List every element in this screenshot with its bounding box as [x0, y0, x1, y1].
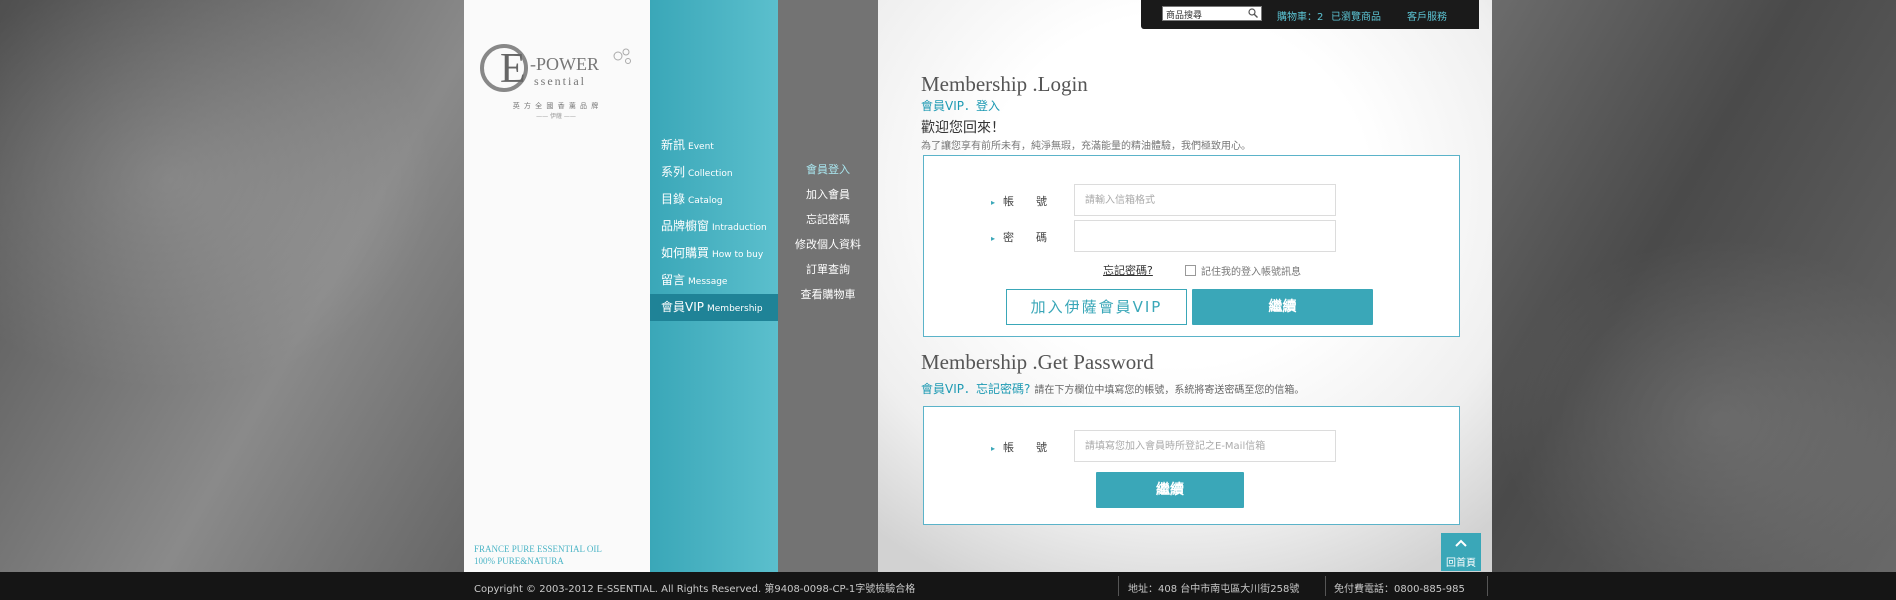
- login-form-box: ▸ 帳 號 ▸ 密 碼 忘記密碼? 記住我的登入帳號訊息 加入伊薩會員VIP 繼續: [923, 155, 1460, 337]
- brand-slogan-sub: —— 伊薩 ——: [536, 113, 576, 120]
- account-label: ▸ 帳 號: [991, 193, 1047, 209]
- nav-item-sublabel: Collection: [688, 169, 733, 179]
- password-input[interactable]: [1074, 220, 1336, 252]
- brand-tagline-line-2: 100% PURE&NATURA: [474, 556, 564, 566]
- nav-item-introduction[interactable]: 品牌櫥窗 Intraduction: [650, 213, 778, 240]
- nav-item-label: 新訊: [661, 138, 686, 152]
- bullet-arrow-icon: ▸: [991, 198, 996, 207]
- subnav-item-order-query[interactable]: 訂單查詢: [778, 257, 878, 282]
- footer-divider: [1118, 576, 1119, 596]
- bullet-arrow-icon: ▸: [991, 234, 996, 243]
- search-box: [1162, 6, 1262, 23]
- footer-phone: 免付費電話：0800-885-985: [1334, 584, 1465, 595]
- svg-text:E: E: [500, 46, 526, 92]
- nav-item-membership[interactable]: 會員VIP Membership: [650, 294, 778, 321]
- password-label: ▸ 密 碼: [991, 229, 1047, 245]
- search-icon[interactable]: [1248, 8, 1258, 18]
- svg-text:-POWER: -POWER: [530, 54, 599, 74]
- viewed-products-link[interactable]: 已瀏覽商品: [1331, 8, 1381, 23]
- subnav-item-join-member[interactable]: 加入會員: [778, 182, 878, 207]
- search-input[interactable]: [1163, 9, 1246, 23]
- brand-slogan: 英 方 全 國 香 薰 品 牌: [512, 102, 600, 110]
- remember-me: 記住我的登入帳號訊息: [1185, 263, 1301, 278]
- nav-item-sublabel: How to buy: [712, 250, 764, 260]
- svg-text:ssential: ssential: [534, 74, 586, 88]
- footer-divider: [1325, 576, 1326, 596]
- getpass-title: Membership .Get Password: [921, 350, 1154, 374]
- subnav-item-edit-profile[interactable]: 修改個人資料: [778, 232, 878, 257]
- cart-link[interactable]: 購物車：2: [1277, 8, 1323, 23]
- nav-item-message[interactable]: 留言 Message: [650, 267, 778, 294]
- getpass-subtitle: 會員VIP．忘記密碼? 請在下方欄位中填寫您的帳號，系統將寄送密碼至您的信箱。: [921, 380, 1304, 397]
- remember-me-label: 記住我的登入帳號訊息: [1201, 267, 1301, 278]
- brand-tagline-line-1: FRANCE PURE ESSENTIAL OIL: [474, 544, 602, 554]
- sub-nav: 會員登入 加入會員 忘記密碼 修改個人資料 訂單查詢 查看購物車: [778, 0, 878, 572]
- footer: Copyright © 2003-2012 E-SSENTIAL. All Ri…: [0, 572, 1896, 600]
- brand-tagline: FRANCE PURE ESSENTIAL OIL 100% PURE&NATU…: [474, 543, 602, 567]
- nav-item-label: 如何購買: [661, 246, 710, 260]
- top-bar: 購物車：2 已瀏覽商品 客戶服務: [1141, 0, 1479, 29]
- bullet-arrow-icon: ▸: [991, 444, 996, 453]
- remember-me-checkbox[interactable]: [1185, 265, 1196, 276]
- main-nav-list: 新訊 Event 系列 Collection 目錄 Catalog 品牌櫥窗 Intra…: [650, 132, 778, 321]
- getpass-form-box: ▸ 帳 號 繼續: [923, 406, 1460, 525]
- back-to-home-label: 回首頁: [1446, 558, 1476, 569]
- nav-item-label: 系列: [661, 165, 686, 179]
- getpass-continue-button[interactable]: 繼續: [1096, 472, 1244, 508]
- subnav-item-member-login[interactable]: 會員登入: [778, 157, 878, 182]
- login-subtitle: 會員VIP．登入: [921, 99, 1000, 113]
- footer-divider: [1487, 576, 1488, 596]
- login-title: Membership .Login: [921, 72, 1088, 96]
- logo-column: E -POWER ssential 英 方 全 國 香 薰 品 牌 —— 伊薩 …: [464, 0, 650, 572]
- nav-item-event[interactable]: 新訊 Event: [650, 132, 778, 159]
- nav-item-collection[interactable]: 系列 Collection: [650, 159, 778, 186]
- subnav-item-view-cart[interactable]: 查看購物車: [778, 282, 878, 307]
- getpass-email-input[interactable]: [1074, 430, 1336, 462]
- password-label-text: 密 碼: [1003, 231, 1048, 244]
- nav-item-how-to-buy[interactable]: 如何購買 How to buy: [650, 240, 778, 267]
- footer-copyright: Copyright © 2003-2012 E-SSENTIAL. All Ri…: [474, 584, 916, 595]
- getpass-subtitle-text: 會員VIP．忘記密碼?: [921, 382, 1031, 396]
- nav-item-label: 留言: [661, 273, 686, 287]
- getpass-account-label: ▸ 帳 號: [991, 439, 1047, 455]
- chevron-up-icon: [1441, 533, 1481, 551]
- forgot-password-link[interactable]: 忘記密碼?: [1103, 262, 1153, 278]
- login-continue-button[interactable]: 繼續: [1192, 289, 1373, 325]
- nav-item-label: 目錄: [661, 192, 686, 206]
- nav-item-label: 會員VIP: [661, 300, 704, 314]
- account-label-text: 帳 號: [1003, 195, 1048, 208]
- back-to-home-button[interactable]: 回首頁: [1441, 533, 1481, 571]
- footer-address: 地址：408 台中市南屯區大川街258號: [1128, 584, 1300, 595]
- nav-item-sublabel: Catalog: [688, 196, 723, 206]
- getpass-description: 請在下方欄位中填寫您的帳號，系統將寄送密碼至您的信箱。: [1034, 385, 1305, 396]
- account-input[interactable]: [1074, 184, 1336, 216]
- nav-item-sublabel: Event: [688, 142, 714, 152]
- nav-item-sublabel: Membership: [707, 304, 763, 314]
- sub-nav-list: 會員登入 加入會員 忘記密碼 修改個人資料 訂單查詢 查看購物車: [778, 157, 878, 307]
- content-panel: 購物車：2 已瀏覽商品 客戶服務 Membership .Login 會員VIP…: [878, 0, 1492, 572]
- nav-item-label: 品牌櫥窗: [661, 219, 710, 233]
- subnav-item-forgot-password[interactable]: 忘記密碼: [778, 207, 878, 232]
- customer-service-link[interactable]: 客戶服務: [1407, 8, 1447, 23]
- welcome-heading: 歡迎您回來！: [921, 120, 1005, 136]
- nav-item-sublabel: Message: [688, 277, 728, 287]
- nav-item-catalog[interactable]: 目錄 Catalog: [650, 186, 778, 213]
- join-vip-button[interactable]: 加入伊薩會員VIP: [1006, 289, 1187, 325]
- nav-item-sublabel: Intraduction: [712, 223, 767, 233]
- welcome-description: 為了讓您享有前所未有，純淨無瑕，充滿能量的精油體驗，我們極致用心。: [921, 141, 1251, 152]
- main-nav: 新訊 Event 系列 Collection 目錄 Catalog 品牌櫥窗 Intra…: [650, 0, 778, 572]
- getpass-account-label-text: 帳 號: [1003, 441, 1048, 454]
